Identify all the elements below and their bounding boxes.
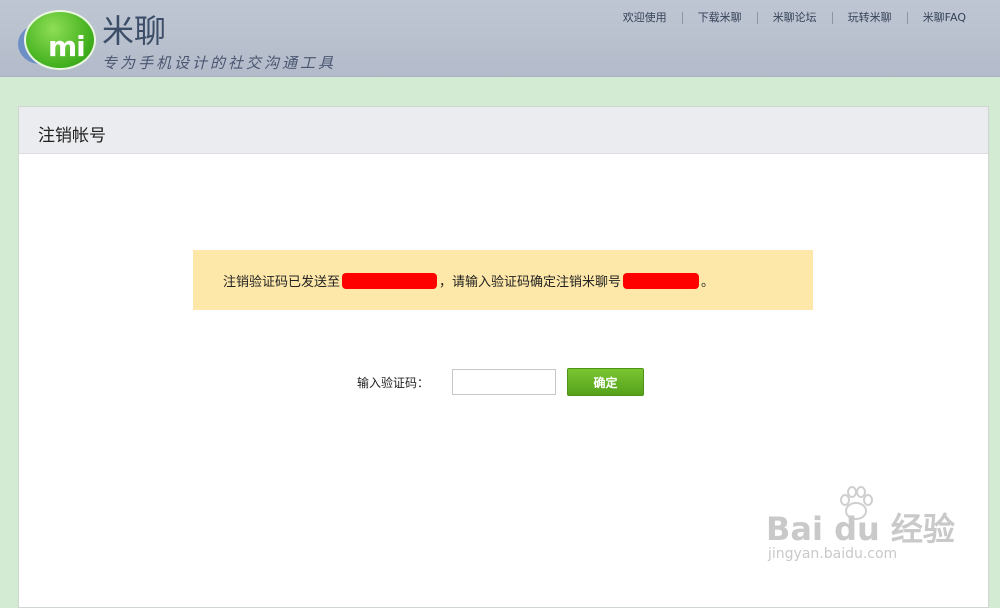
nav-tips[interactable]: 玩转米聊 <box>833 12 907 24</box>
redacted-phone <box>342 272 438 289</box>
verification-code-input[interactable] <box>452 369 557 395</box>
code-label: 输入验证码： <box>357 375 430 390</box>
verification-form: 输入验证码： 确定 <box>357 368 645 396</box>
nav-welcome[interactable]: 欢迎使用 <box>608 12 682 24</box>
top-nav: 欢迎使用 下载米聊 米聊论坛 玩转米聊 米聊FAQ <box>608 12 966 24</box>
notice-text: 注销验证码已发送至 ，请输入验证码确定注销米聊号 。 <box>223 271 714 290</box>
app-slogan: 专为手机设计的社交沟通工具 <box>102 54 337 72</box>
app-name: 米聊 <box>102 12 167 50</box>
watermark-url: jingyan.baidu.com <box>768 546 898 562</box>
notice-middle: ，请输入验证码确定注销米聊号 <box>439 275 622 290</box>
confirm-button[interactable]: 确定 <box>567 368 645 396</box>
verification-notice: 注销验证码已发送至 ，请输入验证码确定注销米聊号 。 <box>193 250 813 310</box>
top-header: mi 米聊 专为手机设计的社交沟通工具 欢迎使用 下载米聊 米聊论坛 玩转米聊 … <box>0 0 1000 77</box>
milao-logo[interactable]: mi 米聊 专为手机设计的社交沟通工具 <box>14 4 354 74</box>
panel-title: 注销帐号 <box>38 126 106 146</box>
logo-mark-text: mi <box>48 30 86 63</box>
logo-chat-bubble-icon: mi <box>24 10 96 70</box>
notice-prefix: 注销验证码已发送至 <box>223 275 341 290</box>
notice-suffix: 。 <box>701 275 715 290</box>
panel-header: 注销帐号 <box>19 107 988 154</box>
nav-download[interactable]: 下载米聊 <box>683 12 757 24</box>
watermark-logo: Bai du 经验 <box>766 510 955 548</box>
nav-forum[interactable]: 米聊论坛 <box>758 12 832 24</box>
nav-faq[interactable]: 米聊FAQ <box>908 12 966 24</box>
redacted-account-id <box>623 272 700 289</box>
